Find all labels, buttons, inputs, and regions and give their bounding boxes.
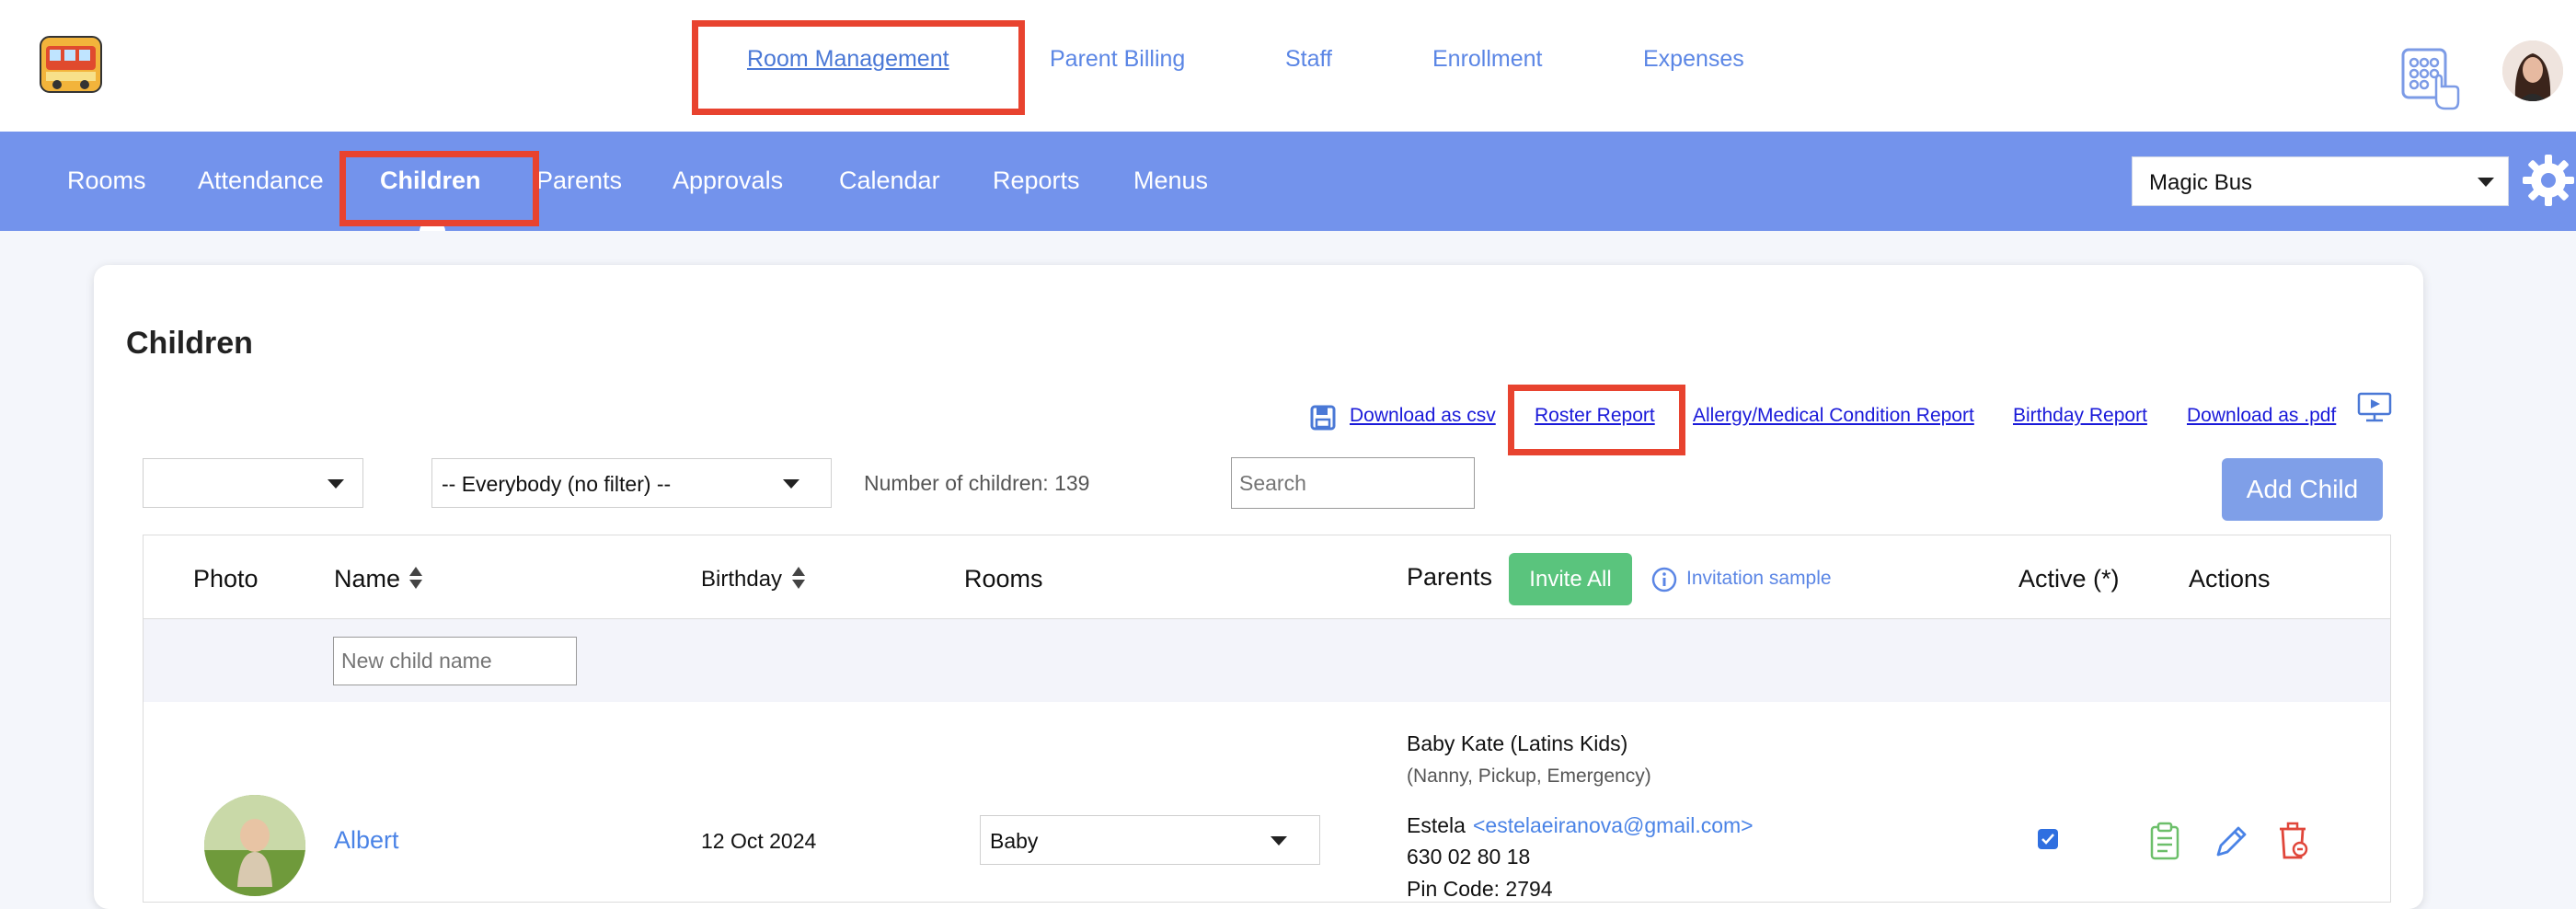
col-header-photo: Photo [193, 565, 259, 593]
sub-nav-calendar[interactable]: Calendar [839, 167, 940, 195]
parent2-email-link[interactable]: <estelaeiranova@gmail.com> [1473, 813, 1754, 838]
top-bar: Room Management Parent Billing Staff Enr… [0, 0, 2576, 132]
presentation-icon[interactable] [2357, 392, 2392, 423]
allergy-report-link[interactable]: Allergy/Medical Condition Report [1693, 405, 1974, 427]
col-header-parents: Parents [1407, 563, 1493, 591]
download-pdf-link[interactable]: Download as .pdf [2187, 405, 2336, 427]
sub-nav-rooms[interactable]: Rooms [67, 167, 146, 195]
sort-icon[interactable] [408, 566, 423, 590]
pencil-icon[interactable] [2213, 822, 2248, 860]
child-room-value: Baby [990, 829, 1039, 853]
everybody-filter-select[interactable]: -- Everybody (no filter) -- [431, 458, 832, 508]
parent2-pin: Pin Code: 2794 [1407, 877, 1553, 901]
keypad-touch-icon[interactable] [2401, 48, 2460, 112]
sub-nav-approvals[interactable]: Approvals [673, 167, 783, 195]
sub-nav-parents[interactable]: Parents [536, 167, 622, 195]
page-title: Children [126, 326, 253, 361]
top-nav-enrollment[interactable]: Enrollment [1432, 46, 1543, 73]
top-nav-parent-billing[interactable]: Parent Billing [1050, 46, 1185, 73]
sort-icon[interactable] [791, 566, 806, 590]
trash-icon[interactable] [2275, 822, 2310, 860]
invitation-sample-link[interactable]: Invitation sample [1686, 568, 1832, 590]
chevron-down-icon [328, 479, 344, 489]
category-filter-select[interactable] [143, 458, 363, 508]
child-room-select[interactable]: Baby [980, 815, 1320, 865]
highlight-children-tab [339, 151, 539, 226]
child-birthday: 12 Oct 2024 [701, 829, 817, 853]
chevron-down-icon [2478, 178, 2494, 187]
sub-nav-attendance[interactable]: Attendance [198, 167, 324, 195]
highlight-roster-report [1508, 385, 1685, 455]
search-input[interactable] [1231, 457, 1475, 509]
info-icon[interactable] [1651, 567, 1677, 593]
chevron-down-icon [783, 479, 799, 489]
col-header-name[interactable]: Name [334, 565, 400, 593]
parent1-roles: (Nanny, Pickup, Emergency) [1407, 765, 1651, 787]
everybody-filter-value: -- Everybody (no filter) -- [442, 472, 672, 496]
new-child-name-input[interactable] [333, 637, 577, 685]
col-header-birthday[interactable]: Birthday [701, 567, 782, 593]
invite-all-button[interactable]: Invite All [1509, 553, 1632, 605]
user-avatar[interactable] [2502, 40, 2563, 101]
logo-bus-icon[interactable] [39, 33, 103, 96]
top-nav-expenses[interactable]: Expenses [1643, 46, 1744, 73]
download-csv-link[interactable]: Download as csv [1350, 405, 1496, 427]
top-nav-staff[interactable]: Staff [1285, 46, 1332, 73]
school-select-value: Magic Bus [2149, 170, 2253, 195]
parent1-name: Baby Kate (Latins Kids) [1407, 731, 1628, 755]
col-header-rooms: Rooms [964, 565, 1043, 593]
add-child-button[interactable]: Add Child [2222, 458, 2383, 521]
save-icon[interactable] [1310, 405, 1336, 431]
chevron-down-icon [1271, 836, 1287, 846]
clipboard-icon[interactable] [2147, 822, 2182, 860]
children-count: Number of children: 139 [864, 471, 1090, 495]
sub-nav-reports[interactable]: Reports [993, 167, 1080, 195]
school-select[interactable]: Magic Bus [2132, 156, 2509, 206]
parent2-name: Estela [1407, 813, 1466, 837]
child-name-link[interactable]: Albert [334, 826, 399, 855]
col-header-actions: Actions [2189, 565, 2271, 593]
gear-icon[interactable] [2521, 153, 2576, 208]
birthday-report-link[interactable]: Birthday Report [2013, 405, 2147, 427]
highlight-room-management [692, 20, 1025, 115]
active-checkbox[interactable] [2038, 829, 2058, 849]
col-header-active: Active (*) [2018, 565, 2120, 593]
parent2-phone: 630 02 80 18 [1407, 845, 1531, 869]
child-photo[interactable] [204, 795, 305, 896]
sub-nav-menus[interactable]: Menus [1133, 167, 1208, 195]
